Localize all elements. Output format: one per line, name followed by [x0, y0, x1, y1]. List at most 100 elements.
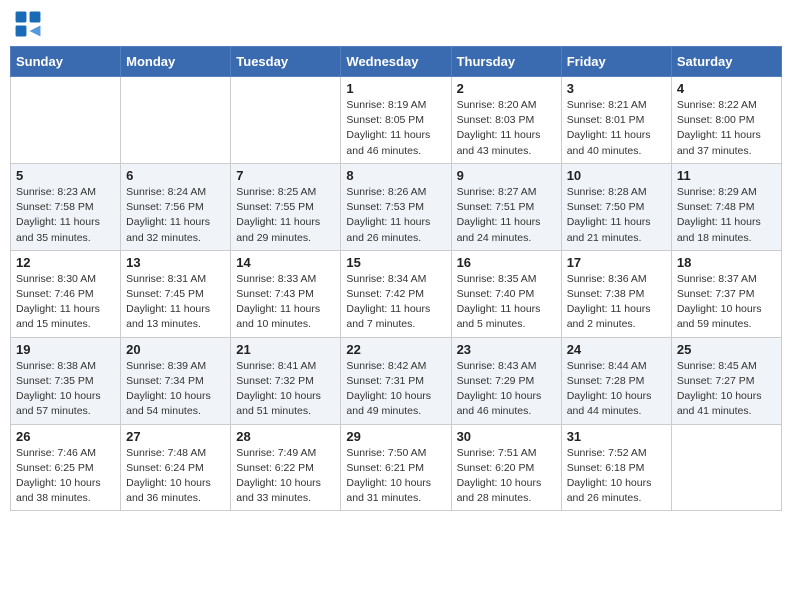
calendar-cell: 8 Sunrise: 8:26 AM Sunset: 7:53 PM Daylig…	[341, 163, 451, 250]
calendar-cell	[231, 77, 341, 164]
day-number: 9	[457, 168, 556, 183]
day-number: 4	[677, 81, 776, 96]
calendar-week-row: 1 Sunrise: 8:19 AM Sunset: 8:05 PM Daylig…	[11, 77, 782, 164]
day-number: 21	[236, 342, 335, 357]
calendar-cell: 1 Sunrise: 8:19 AM Sunset: 8:05 PM Daylig…	[341, 77, 451, 164]
day-info: Sunrise: 8:39 AM Sunset: 7:34 PM Dayligh…	[126, 359, 225, 420]
day-info: Sunrise: 8:25 AM Sunset: 7:55 PM Dayligh…	[236, 185, 335, 246]
day-number: 18	[677, 255, 776, 270]
calendar-cell: 26 Sunrise: 7:46 AM Sunset: 6:25 PM Dayli…	[11, 424, 121, 511]
day-info: Sunrise: 7:51 AM Sunset: 6:20 PM Dayligh…	[457, 446, 556, 507]
calendar-cell	[671, 424, 781, 511]
day-info: Sunrise: 8:34 AM Sunset: 7:42 PM Dayligh…	[346, 272, 445, 333]
day-number: 11	[677, 168, 776, 183]
day-number: 19	[16, 342, 115, 357]
day-info: Sunrise: 8:45 AM Sunset: 7:27 PM Dayligh…	[677, 359, 776, 420]
day-number: 16	[457, 255, 556, 270]
day-info: Sunrise: 8:29 AM Sunset: 7:48 PM Dayligh…	[677, 185, 776, 246]
day-info: Sunrise: 7:50 AM Sunset: 6:21 PM Dayligh…	[346, 446, 445, 507]
day-number: 5	[16, 168, 115, 183]
day-of-week-monday: Monday	[121, 47, 231, 77]
calendar-week-row: 5 Sunrise: 8:23 AM Sunset: 7:58 PM Daylig…	[11, 163, 782, 250]
calendar-cell: 27 Sunrise: 7:48 AM Sunset: 6:24 PM Dayli…	[121, 424, 231, 511]
day-of-week-thursday: Thursday	[451, 47, 561, 77]
day-info: Sunrise: 8:37 AM Sunset: 7:37 PM Dayligh…	[677, 272, 776, 333]
day-of-week-sunday: Sunday	[11, 47, 121, 77]
day-number: 12	[16, 255, 115, 270]
day-number: 14	[236, 255, 335, 270]
calendar-cell: 11 Sunrise: 8:29 AM Sunset: 7:48 PM Dayli…	[671, 163, 781, 250]
calendar-cell: 18 Sunrise: 8:37 AM Sunset: 7:37 PM Dayli…	[671, 250, 781, 337]
calendar-cell	[121, 77, 231, 164]
calendar-cell: 14 Sunrise: 8:33 AM Sunset: 7:43 PM Dayli…	[231, 250, 341, 337]
calendar-cell: 25 Sunrise: 8:45 AM Sunset: 7:27 PM Dayli…	[671, 337, 781, 424]
day-info: Sunrise: 8:42 AM Sunset: 7:31 PM Dayligh…	[346, 359, 445, 420]
day-number: 26	[16, 429, 115, 444]
day-number: 27	[126, 429, 225, 444]
day-info: Sunrise: 8:33 AM Sunset: 7:43 PM Dayligh…	[236, 272, 335, 333]
calendar-week-row: 26 Sunrise: 7:46 AM Sunset: 6:25 PM Dayli…	[11, 424, 782, 511]
day-number: 31	[567, 429, 666, 444]
calendar-cell: 17Sunrise: 8:36 AM Sunset: 7:38 PM Dayli…	[561, 250, 671, 337]
day-info: Sunrise: 8:30 AM Sunset: 7:46 PM Dayligh…	[16, 272, 115, 333]
day-number: 3	[567, 81, 666, 96]
calendar-cell: 24Sunrise: 8:44 AM Sunset: 7:28 PM Dayli…	[561, 337, 671, 424]
day-info: Sunrise: 8:22 AM Sunset: 8:00 PM Dayligh…	[677, 98, 776, 159]
day-info: Sunrise: 8:28 AM Sunset: 7:50 PM Dayligh…	[567, 185, 666, 246]
day-number: 30	[457, 429, 556, 444]
calendar-cell: 9 Sunrise: 8:27 AM Sunset: 7:51 PM Daylig…	[451, 163, 561, 250]
calendar-cell: 23 Sunrise: 8:43 AM Sunset: 7:29 PM Dayli…	[451, 337, 561, 424]
day-number: 10	[567, 168, 666, 183]
calendar-cell: 15 Sunrise: 8:34 AM Sunset: 7:42 PM Dayli…	[341, 250, 451, 337]
calendar-cell: 31 Sunrise: 7:52 AM Sunset: 6:18 PM Dayli…	[561, 424, 671, 511]
day-info: Sunrise: 7:48 AM Sunset: 6:24 PM Dayligh…	[126, 446, 225, 507]
calendar-week-row: 19 Sunrise: 8:38 AM Sunset: 7:35 PM Dayli…	[11, 337, 782, 424]
day-number: 28	[236, 429, 335, 444]
logo-icon	[14, 10, 42, 38]
day-info: Sunrise: 8:43 AM Sunset: 7:29 PM Dayligh…	[457, 359, 556, 420]
calendar-cell: 2Sunrise: 8:20 AM Sunset: 8:03 PM Daylig…	[451, 77, 561, 164]
day-number: 8	[346, 168, 445, 183]
header	[10, 10, 782, 38]
calendar-cell	[11, 77, 121, 164]
calendar-cell: 21Sunrise: 8:41 AM Sunset: 7:32 PM Dayli…	[231, 337, 341, 424]
calendar-cell: 19 Sunrise: 8:38 AM Sunset: 7:35 PM Dayli…	[11, 337, 121, 424]
day-info: Sunrise: 8:19 AM Sunset: 8:05 PM Dayligh…	[346, 98, 445, 159]
day-info: Sunrise: 8:38 AM Sunset: 7:35 PM Dayligh…	[16, 359, 115, 420]
calendar-cell: 29Sunrise: 7:50 AM Sunset: 6:21 PM Dayli…	[341, 424, 451, 511]
day-info: Sunrise: 8:31 AM Sunset: 7:45 PM Dayligh…	[126, 272, 225, 333]
day-info: Sunrise: 8:36 AM Sunset: 7:38 PM Dayligh…	[567, 272, 666, 333]
calendar-cell: 20Sunrise: 8:39 AM Sunset: 7:34 PM Dayli…	[121, 337, 231, 424]
day-info: Sunrise: 7:49 AM Sunset: 6:22 PM Dayligh…	[236, 446, 335, 507]
day-info: Sunrise: 7:46 AM Sunset: 6:25 PM Dayligh…	[16, 446, 115, 507]
logo	[14, 10, 46, 38]
day-number: 7	[236, 168, 335, 183]
day-number: 24	[567, 342, 666, 357]
calendar-cell: 5 Sunrise: 8:23 AM Sunset: 7:58 PM Daylig…	[11, 163, 121, 250]
calendar-cell: 16Sunrise: 8:35 AM Sunset: 7:40 PM Dayli…	[451, 250, 561, 337]
day-number: 23	[457, 342, 556, 357]
calendar-header-row: SundayMondayTuesdayWednesdayThursdayFrid…	[11, 47, 782, 77]
day-info: Sunrise: 8:26 AM Sunset: 7:53 PM Dayligh…	[346, 185, 445, 246]
day-info: Sunrise: 8:24 AM Sunset: 7:56 PM Dayligh…	[126, 185, 225, 246]
calendar-cell: 10 Sunrise: 8:28 AM Sunset: 7:50 PM Dayli…	[561, 163, 671, 250]
day-number: 15	[346, 255, 445, 270]
calendar-cell: 12 Sunrise: 8:30 AM Sunset: 7:46 PM Dayli…	[11, 250, 121, 337]
day-of-week-tuesday: Tuesday	[231, 47, 341, 77]
day-info: Sunrise: 8:27 AM Sunset: 7:51 PM Dayligh…	[457, 185, 556, 246]
day-number: 22	[346, 342, 445, 357]
day-number: 13	[126, 255, 225, 270]
calendar-cell: 22 Sunrise: 8:42 AM Sunset: 7:31 PM Dayli…	[341, 337, 451, 424]
calendar-cell: 6 Sunrise: 8:24 AM Sunset: 7:56 PM Daylig…	[121, 163, 231, 250]
day-info: Sunrise: 8:23 AM Sunset: 7:58 PM Dayligh…	[16, 185, 115, 246]
day-number: 25	[677, 342, 776, 357]
calendar-cell: 28 Sunrise: 7:49 AM Sunset: 6:22 PM Dayli…	[231, 424, 341, 511]
day-number: 1	[346, 81, 445, 96]
day-number: 6	[126, 168, 225, 183]
calendar-cell: 3Sunrise: 8:21 AM Sunset: 8:01 PM Daylig…	[561, 77, 671, 164]
day-of-week-wednesday: Wednesday	[341, 47, 451, 77]
calendar: SundayMondayTuesdayWednesdayThursdayFrid…	[10, 46, 782, 511]
calendar-week-row: 12 Sunrise: 8:30 AM Sunset: 7:46 PM Dayli…	[11, 250, 782, 337]
day-info: Sunrise: 8:20 AM Sunset: 8:03 PM Dayligh…	[457, 98, 556, 159]
day-info: Sunrise: 7:52 AM Sunset: 6:18 PM Dayligh…	[567, 446, 666, 507]
